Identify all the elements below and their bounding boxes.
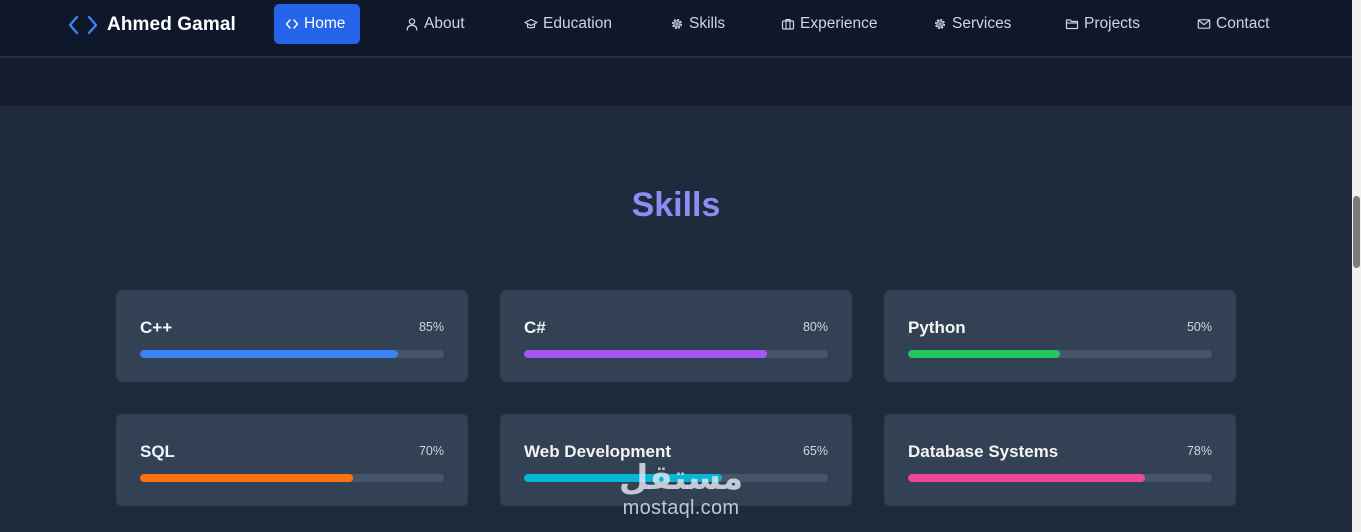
nav-home-label: Home — [304, 15, 346, 32]
user-icon — [406, 18, 418, 31]
skill-progress-fill — [908, 350, 1060, 358]
skill-percent: 85% — [418, 320, 444, 334]
graduation-cap-icon — [524, 18, 538, 29]
skill-card: Python 50% — [884, 290, 1236, 382]
skill-card: C++ 85% — [116, 290, 468, 382]
skill-card: Database Systems 78% — [884, 414, 1236, 506]
nav-experience[interactable]: Experience — [770, 4, 889, 44]
brand-name: Ahmed Gamal — [107, 14, 236, 35]
skill-card: Web Development 65% — [500, 414, 852, 506]
skill-progress-fill — [140, 350, 399, 358]
skill-progress-fill — [524, 474, 722, 482]
skill-progress-track — [524, 474, 828, 482]
nav-home[interactable]: Home — [274, 4, 360, 44]
briefcase-icon — [781, 19, 795, 30]
skill-percent: 70% — [418, 444, 444, 458]
nav-education-label: Education — [543, 15, 612, 32]
skill-name: Python — [908, 318, 966, 337]
scrollbar-thumb[interactable] — [1353, 196, 1360, 268]
skill-progress-track — [140, 350, 444, 358]
page-scrollbar[interactable] — [1352, 0, 1361, 532]
skill-card: C# 80% — [500, 290, 852, 382]
skill-name: Database Systems — [908, 442, 1059, 461]
nav-experience-label: Experience — [800, 15, 878, 32]
nav-projects[interactable]: Projects — [1054, 4, 1151, 44]
nav-education[interactable]: Education — [513, 4, 623, 44]
skill-name: C# — [524, 318, 546, 337]
code-icon — [285, 19, 299, 29]
skill-name: Web Development — [524, 442, 672, 461]
skill-progress-fill — [524, 350, 768, 358]
skill-percent: 50% — [1186, 320, 1212, 334]
hero-section-bottom — [0, 58, 1352, 106]
nav-about-label: About — [424, 15, 465, 32]
brand-logo[interactable]: Ahmed Gamal — [68, 0, 236, 50]
section-title: Skills — [631, 186, 721, 224]
skill-name: C++ — [140, 318, 173, 337]
mail-icon — [1197, 19, 1211, 29]
nav-skills[interactable]: Skills — [659, 4, 736, 44]
folder-icon — [1065, 19, 1079, 30]
nav-about[interactable]: About — [394, 4, 476, 44]
nav-services[interactable]: Services — [922, 4, 1022, 44]
skill-progress-fill — [140, 474, 353, 482]
nav-projects-label: Projects — [1084, 15, 1140, 32]
nav-contact[interactable]: Contact — [1186, 4, 1280, 44]
nav-skills-label: Skills — [689, 15, 726, 32]
gear-icon — [671, 18, 683, 30]
skill-percent: 78% — [1186, 444, 1212, 458]
skill-percent: 80% — [802, 320, 828, 334]
skill-progress-track — [908, 474, 1212, 482]
gear-icon — [934, 18, 946, 30]
skill-progress-fill — [908, 474, 1146, 482]
top-navbar: Ahmed Gamal Home About Education Skills — [0, 0, 1352, 57]
skill-name: SQL — [140, 442, 175, 461]
skill-progress-track — [908, 350, 1212, 358]
skill-progress-track — [524, 350, 828, 358]
nav-services-label: Services — [952, 15, 1012, 32]
code-brackets-icon — [68, 15, 98, 35]
skill-progress-track — [140, 474, 444, 482]
skill-percent: 65% — [802, 444, 828, 458]
nav-contact-label: Contact — [1216, 15, 1270, 32]
skill-card: SQL 70% — [116, 414, 468, 506]
